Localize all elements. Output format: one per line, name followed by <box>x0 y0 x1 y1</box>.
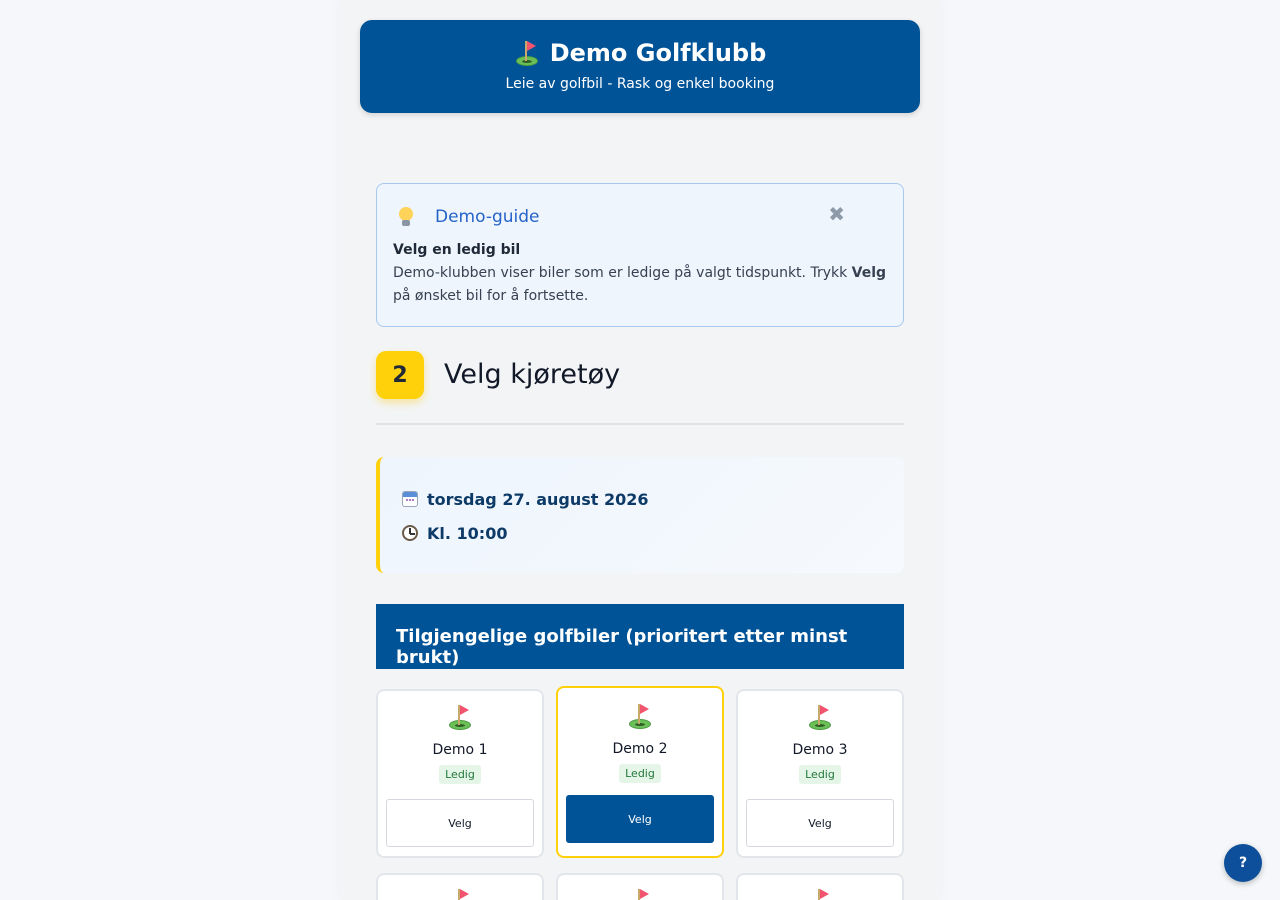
lightbulb-icon <box>396 205 418 229</box>
cart-card-partial[interactable] <box>736 873 904 900</box>
booking-summary: torsdag 27. august 2026 Kl. 10:00 <box>376 457 904 573</box>
golf-flag-icon <box>627 702 653 730</box>
cart-name: Demo 1 <box>432 742 488 758</box>
select-cart-button[interactable]: Velg <box>386 799 534 847</box>
calendar-icon <box>402 491 418 507</box>
cart-card-partial[interactable] <box>376 873 544 900</box>
cart-card-partial[interactable] <box>556 873 724 900</box>
guide-header: Demo-guide <box>393 200 887 234</box>
guide-title: Demo-guide <box>435 207 540 227</box>
club-title: Demo Golfklubb <box>549 39 767 67</box>
select-cart-button[interactable]: Velg <box>746 799 894 847</box>
cart-card-demo-2[interactable]: Demo 2 Ledig Velg <box>556 686 724 858</box>
cart-card-demo-3[interactable]: Demo 3 Ledig Velg <box>736 689 904 858</box>
booking-date-row: torsdag 27. august 2026 <box>402 487 904 511</box>
close-guide-button[interactable]: ✖ <box>828 204 845 224</box>
step-number-badge: 2 <box>376 351 424 399</box>
select-cart-button[interactable]: Velg <box>566 795 714 843</box>
golf-flag-icon <box>514 39 540 67</box>
guide-text: Demo-klubben viser biler som er ledige p… <box>393 265 887 304</box>
golf-flag-icon <box>807 703 833 731</box>
header-title-row: Demo Golfklubb <box>360 39 920 67</box>
golf-flag-icon <box>807 887 833 900</box>
golf-flag-icon <box>627 887 653 900</box>
help-button[interactable]: ? <box>1224 844 1262 882</box>
guide-heading: Velg en ledig bil <box>393 242 521 258</box>
cart-card-demo-1[interactable]: Demo 1 Ledig Velg <box>376 689 544 858</box>
step-title: Velg kjøretøy <box>444 359 621 390</box>
demo-guide-panel: Demo-guide ✖ Velg en ledig bil Demo-klub… <box>376 183 904 327</box>
club-subtitle: Leie av golfbil - Rask og enkel booking <box>505 76 775 92</box>
booking-date: torsdag 27. august 2026 <box>427 489 649 509</box>
golf-flag-icon <box>447 887 473 900</box>
available-carts-heading: Tilgjengelige golfbiler (prioritert ette… <box>376 604 904 669</box>
status-badge: Ledig <box>439 765 481 784</box>
clock-icon <box>402 525 418 541</box>
golf-flag-icon <box>447 703 473 731</box>
status-badge: Ledig <box>619 764 661 783</box>
cart-name: Demo 3 <box>792 742 848 758</box>
booking-time-row: Kl. 10:00 <box>402 521 904 545</box>
booking-time: Kl. 10:00 <box>427 523 508 543</box>
step-header: 2 Velg kjøretøy <box>376 351 904 425</box>
app-header: Demo Golfklubb Leie av golfbil - Rask og… <box>360 20 920 113</box>
cart-name: Demo 2 <box>612 741 668 757</box>
status-badge: Ledig <box>799 765 841 784</box>
